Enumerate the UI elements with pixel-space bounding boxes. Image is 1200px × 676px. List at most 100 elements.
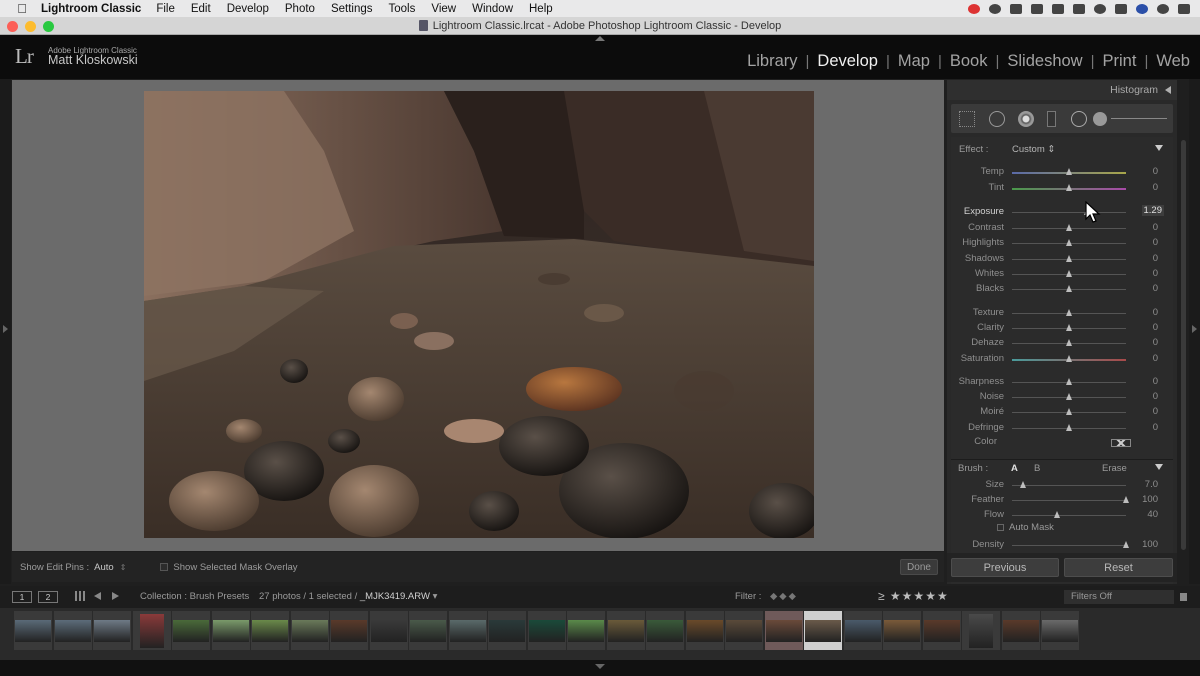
slider-value[interactable]: 40 [1147, 509, 1158, 520]
bottom-panel-edge[interactable] [0, 660, 1200, 676]
zoom-window-button[interactable] [43, 21, 54, 32]
menu-app-name[interactable]: Lightroom Classic [41, 3, 141, 15]
slider-value[interactable]: 0 [1153, 166, 1158, 177]
filmstrip-thumbnail[interactable] [685, 611, 724, 650]
slider-thumb[interactable] [1122, 541, 1129, 548]
top-panel-toggle-icon[interactable] [595, 36, 605, 41]
secondary-window-button[interactable]: 2 [38, 591, 58, 603]
left-panel-toggle-icon[interactable] [3, 325, 8, 333]
filmstrip-thumbnail[interactable] [962, 611, 1000, 650]
right-panel-toggle-icon[interactable] [1192, 325, 1197, 333]
slider-thumb[interactable] [1065, 424, 1072, 431]
slider-value[interactable]: 100 [1142, 539, 1158, 550]
filmstrip-thumbnail[interactable] [606, 611, 645, 650]
previous-button[interactable]: Previous [951, 558, 1059, 577]
slider-thumb[interactable] [1065, 339, 1072, 346]
slider-track[interactable] [1012, 212, 1126, 213]
filmstrip-thumbnail[interactable] [14, 611, 52, 650]
bottom-panel-toggle-icon[interactable] [595, 664, 605, 669]
right-panel-edge[interactable] [1189, 79, 1200, 584]
grid-view-icon[interactable] [75, 591, 85, 601]
brush-a-tab[interactable]: A [1011, 463, 1018, 474]
slider-value[interactable]: 0 [1153, 283, 1158, 294]
slider-track[interactable] [1012, 515, 1126, 516]
back-arrow-icon[interactable] [94, 592, 101, 600]
photo-count[interactable]: 27 photos / 1 selected / _MJK3419.ARW ▾ [259, 591, 437, 602]
slider-thumb[interactable] [1065, 355, 1072, 362]
filmstrip-thumbnail[interactable] [646, 611, 684, 650]
show-mask-overlay-checkbox[interactable] [160, 563, 169, 571]
filmstrip-thumbnail[interactable] [409, 611, 447, 650]
filmstrip-thumbnail[interactable] [330, 611, 368, 650]
slider-value[interactable]: 0 [1153, 222, 1158, 233]
updown-arrow-icon[interactable]: ⇕ [120, 563, 127, 572]
menu-file[interactable]: File [156, 3, 175, 15]
spot-removal-icon[interactable] [989, 111, 1005, 127]
filmstrip-thumbnail[interactable] [567, 611, 605, 650]
slider-thumb[interactable] [1065, 184, 1072, 191]
slider-thumb[interactable] [1019, 481, 1026, 488]
slider-value[interactable]: 7.0 [1145, 479, 1158, 490]
filters-off-select[interactable]: Filters Off [1064, 590, 1174, 604]
slider-thumb[interactable] [1065, 393, 1072, 400]
airplay-icon[interactable] [1115, 3, 1127, 14]
auto-mask-label[interactable]: Auto Mask [1009, 522, 1054, 533]
flag-filter-icons[interactable]: ◆◆◆ [770, 591, 798, 602]
slider-value[interactable]: 0 [1153, 307, 1158, 318]
filmstrip-thumbnail[interactable] [1001, 611, 1040, 650]
slider-thumb[interactable] [1065, 270, 1072, 277]
menu-settings[interactable]: Settings [331, 3, 373, 15]
slider-thumb[interactable] [1065, 255, 1072, 262]
histogram-collapse-icon[interactable] [1165, 86, 1171, 94]
filmstrip-thumbnail[interactable] [922, 611, 961, 650]
done-button[interactable]: Done [900, 559, 938, 575]
slider-value[interactable]: 0 [1153, 337, 1158, 348]
menu-develop[interactable]: Develop [227, 3, 269, 15]
wifi-icon[interactable] [1094, 3, 1106, 14]
filmstrip-thumbnail[interactable] [369, 611, 408, 650]
color-swatch[interactable] [1111, 439, 1131, 447]
slider-thumb[interactable] [1065, 324, 1072, 331]
brush-erase-tab[interactable]: Erase [1102, 463, 1127, 474]
slider-value[interactable]: 0 [1153, 422, 1158, 433]
show-edit-pins-select[interactable]: Auto [94, 562, 114, 573]
menu-view[interactable]: View [431, 3, 456, 15]
creative-cloud-icon[interactable] [968, 3, 980, 14]
brush-collapse-icon[interactable] [1155, 464, 1163, 470]
slider-value[interactable]: 0 [1153, 391, 1158, 402]
filmstrip-thumbnail[interactable] [488, 611, 526, 650]
filmstrip-thumbnail[interactable] [172, 611, 210, 650]
module-print[interactable]: Print [1102, 52, 1138, 71]
reset-button[interactable]: Reset [1064, 558, 1173, 577]
slider-value[interactable]: 0 [1153, 268, 1158, 279]
filmstrip-thumbnail[interactable] [1041, 611, 1079, 650]
filmstrip-thumbnail[interactable] [290, 611, 329, 650]
histogram-header[interactable]: Histogram [947, 80, 1177, 100]
filmstrip-thumbnail[interactable] [725, 611, 763, 650]
filmstrip-thumbnail[interactable] [211, 611, 250, 650]
effect-select[interactable]: Custom ⇕ [1012, 144, 1055, 155]
slider-value[interactable]: 0 [1153, 353, 1158, 364]
module-web[interactable]: Web [1155, 52, 1191, 71]
slider-thumb[interactable] [1065, 309, 1072, 316]
search-icon[interactable] [1157, 3, 1169, 14]
filmstrip-thumbnail[interactable] [93, 611, 131, 650]
crop-overlay-icon[interactable] [959, 111, 975, 127]
module-library[interactable]: Library [746, 52, 798, 71]
graduated-filter-icon[interactable] [1047, 111, 1056, 127]
selected-filename[interactable]: _MJK3419.ARW [360, 591, 430, 602]
screen-record-icon[interactable] [1031, 3, 1043, 14]
rating-filter-stars[interactable]: ≥ ★★★★★ [878, 589, 949, 603]
slider-track[interactable] [1012, 500, 1126, 501]
filmstrip-thumbnail[interactable] [883, 611, 921, 650]
notification-center-icon[interactable] [1178, 3, 1190, 14]
adjustment-brush-icon[interactable] [1093, 112, 1107, 126]
slider-value[interactable]: 0 [1153, 376, 1158, 387]
module-slideshow[interactable]: Slideshow [1006, 52, 1083, 71]
close-window-button[interactable] [7, 21, 18, 32]
bluetooth-icon[interactable] [1073, 3, 1085, 14]
filmstrip-thumbnail[interactable] [448, 611, 487, 650]
photo-preview[interactable] [144, 91, 814, 538]
dropbox-icon[interactable] [1052, 3, 1064, 14]
slider-value[interactable]: 0 [1153, 322, 1158, 333]
